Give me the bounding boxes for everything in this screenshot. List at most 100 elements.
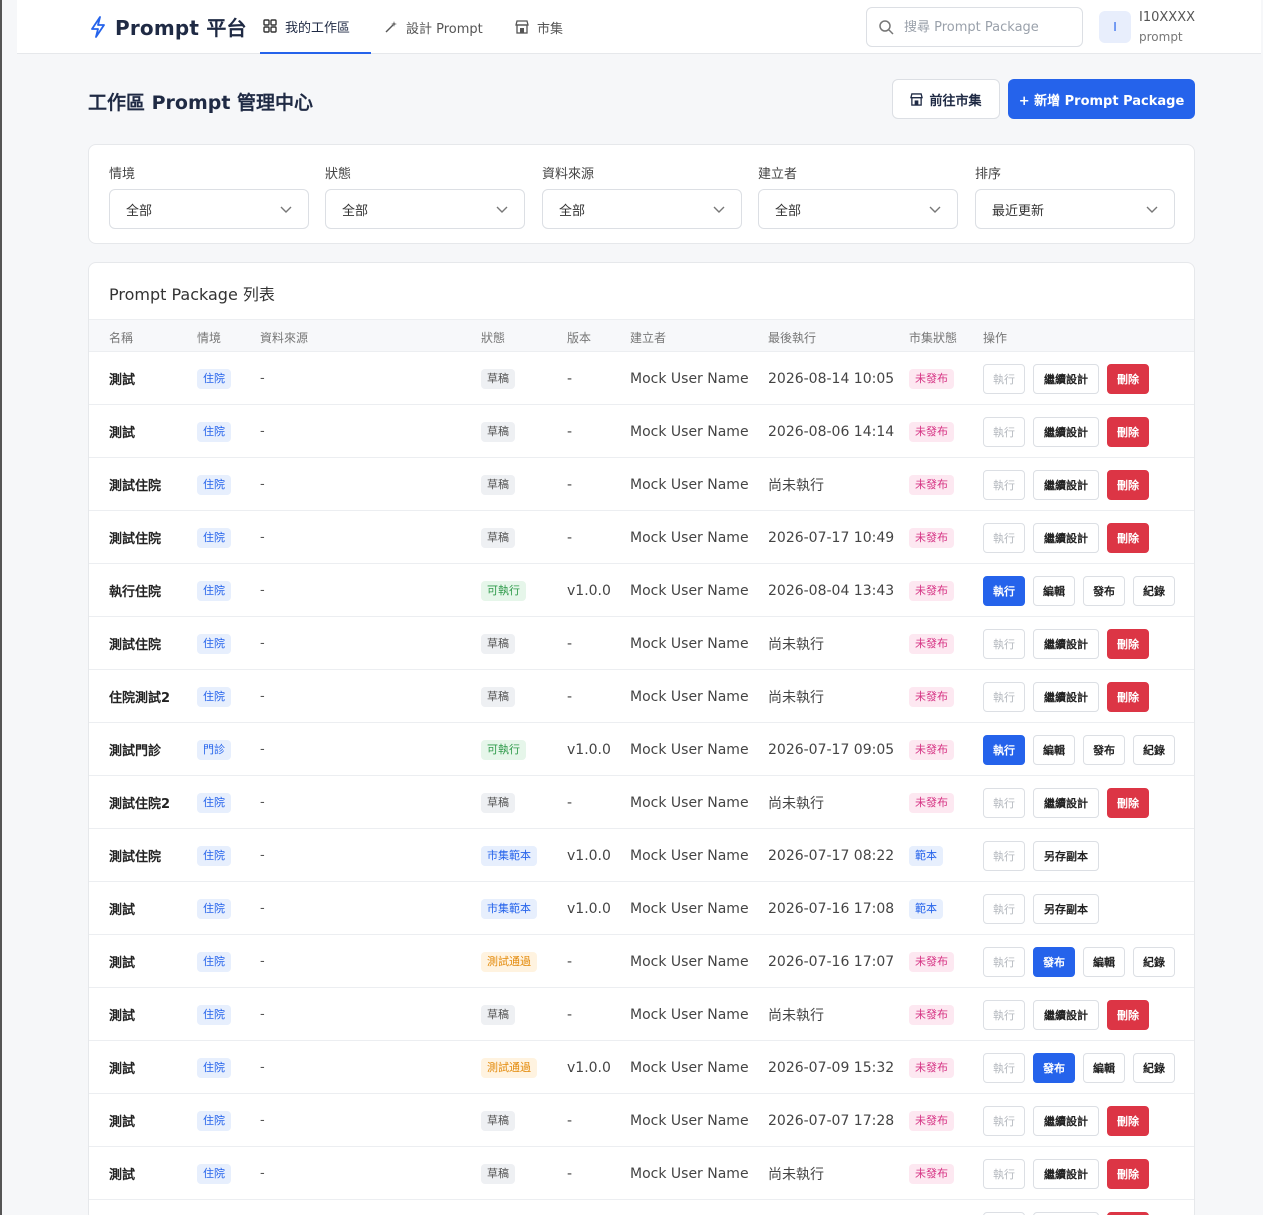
run-button[interactable]: 執行 [983, 787, 1025, 818]
run-button[interactable]: 執行 [983, 999, 1025, 1030]
run-button[interactable]: 執行 [983, 416, 1025, 447]
package-name[interactable]: 測試 [109, 352, 135, 405]
continue-design-button[interactable]: 繼續設計 [1033, 363, 1099, 394]
continue-design-button[interactable]: 繼續設計 [1033, 1105, 1099, 1136]
delete-button[interactable]: 刪除 [1107, 416, 1149, 447]
search-input[interactable] [904, 19, 1064, 35]
tab-market[interactable]: 市集 [515, 0, 563, 54]
package-name[interactable]: 測試 [109, 1041, 135, 1094]
run-button[interactable]: 執行 [983, 893, 1025, 924]
delete-button[interactable]: 刪除 [1107, 1211, 1149, 1215]
table-row[interactable]: 測試 住院 - 草稿 - Mock User Name 2026-08-06 14:14 未發… [89, 405, 1194, 458]
delete-button[interactable]: 刪除 [1107, 469, 1149, 500]
avatar[interactable]: I [1099, 11, 1131, 43]
history-button[interactable]: 紀錄 [1133, 575, 1175, 606]
publish-button[interactable]: 發布 [1083, 734, 1125, 765]
run-button[interactable]: 執行 [983, 1158, 1025, 1189]
table-row[interactable]: 測試 住院 - 草稿 - Mock User Name 尚未執行 未發布 執行 繼續設計 刪除 [89, 1147, 1194, 1200]
continue-design-button[interactable]: 繼續設計 [1033, 1158, 1099, 1189]
package-name[interactable]: 測試 [109, 405, 135, 458]
publish-button[interactable]: 發布 [1033, 1052, 1075, 1083]
package-name[interactable]: 測試住院 [109, 458, 161, 511]
brand[interactable]: Prompt 平台 [89, 12, 247, 41]
package-name[interactable]: 測試門診 [109, 723, 161, 776]
table-row[interactable]: 測試 住院 - 測試通過 v1.0.0 Mock User Name 2026-07-09 … [89, 1041, 1194, 1094]
table-row[interactable]: 測試 住院 - 草稿 - Mock User Name 2026-07-07 17:28 未發… [89, 1094, 1194, 1147]
delete-button[interactable]: 刪除 [1107, 999, 1149, 1030]
delete-button[interactable]: 刪除 [1107, 787, 1149, 818]
package-name[interactable]: 測試 [109, 1147, 135, 1200]
source-select[interactable]: 全部 [542, 189, 742, 229]
sort-select[interactable]: 最近更新 [975, 189, 1175, 229]
package-name[interactable]: 測試 [109, 988, 135, 1041]
run-button[interactable]: 執行 [983, 469, 1025, 500]
table-row[interactable]: 測試住院 住院 - 市集範本 v1.0.0 Mock User Name 2026-07-1… [89, 829, 1194, 882]
search-box[interactable] [866, 7, 1083, 47]
package-name[interactable]: 執行住院 [109, 564, 161, 617]
continue-design-button[interactable]: 繼續設計 [1033, 416, 1099, 447]
package-name[interactable]: 測試 [109, 1094, 135, 1147]
continue-design-button[interactable]: 繼續設計 [1033, 522, 1099, 553]
package-name[interactable]: 住院測試2 [109, 670, 170, 723]
package-name[interactable]: 測試 [109, 882, 135, 935]
delete-button[interactable]: 刪除 [1107, 681, 1149, 712]
table-row[interactable]: 執行住院 住院 - 可執行 v1.0.0 Mock User Name 2026-08-04… [89, 564, 1194, 617]
new-package-button[interactable]: + 新增 Prompt Package [1008, 79, 1195, 119]
table-row[interactable]: 測試住院 住院 - 草稿 - Mock User Name 2026-07-17 10:49… [89, 511, 1194, 564]
delete-button[interactable]: 刪除 [1107, 363, 1149, 394]
package-name[interactable]: 測試 [109, 935, 135, 988]
package-name[interactable]: 測試住院2 [109, 776, 170, 829]
table-row[interactable]: 住院測試2 住院 - 草稿 - Mock User Name 尚未執行 未發布 執行 繼續設計 刪除 [89, 670, 1194, 723]
run-button[interactable]: 執行 [983, 575, 1025, 606]
tab-my-workspace[interactable]: 我的工作區 [260, 0, 371, 54]
table-row[interactable]: 執行 繼續設計 刪除 [89, 1200, 1194, 1215]
tab-design-prompt[interactable]: 設計 Prompt [384, 0, 483, 54]
publish-button[interactable]: 發布 [1033, 946, 1075, 977]
delete-button[interactable]: 刪除 [1107, 1158, 1149, 1189]
continue-design-button[interactable]: 繼續設計 [1033, 1211, 1099, 1215]
save-copy-button[interactable]: 另存副本 [1033, 840, 1099, 871]
table-row[interactable]: 測試 住院 - 市集範本 v1.0.0 Mock User Name 2026-07-16 … [89, 882, 1194, 935]
save-copy-button[interactable]: 另存副本 [1033, 893, 1099, 924]
status-select[interactable]: 全部 [325, 189, 525, 229]
run-button[interactable]: 執行 [983, 363, 1025, 394]
continue-design-button[interactable]: 繼續設計 [1033, 999, 1099, 1030]
table-row[interactable]: 測試 住院 - 草稿 - Mock User Name 尚未執行 未發布 執行 繼續設計 刪除 [89, 988, 1194, 1041]
publish-button[interactable]: 發布 [1083, 575, 1125, 606]
table-row[interactable]: 測試住院 住院 - 草稿 - Mock User Name 尚未執行 未發布 執行 繼續設計 刪除 [89, 458, 1194, 511]
edit-button[interactable]: 編輯 [1083, 946, 1125, 977]
history-button[interactable]: 紀錄 [1133, 1052, 1175, 1083]
package-name[interactable]: 測試住院 [109, 617, 161, 670]
continue-design-button[interactable]: 繼續設計 [1033, 628, 1099, 659]
history-button[interactable]: 紀錄 [1133, 946, 1175, 977]
run-button[interactable]: 執行 [983, 628, 1025, 659]
run-button[interactable]: 執行 [983, 946, 1025, 977]
history-button[interactable]: 紀錄 [1133, 734, 1175, 765]
edit-button[interactable]: 編輯 [1083, 1052, 1125, 1083]
run-button[interactable]: 執行 [983, 840, 1025, 871]
run-button[interactable]: 執行 [983, 522, 1025, 553]
run-button[interactable]: 執行 [983, 681, 1025, 712]
continue-design-button[interactable]: 繼續設計 [1033, 469, 1099, 500]
delete-button[interactable]: 刪除 [1107, 522, 1149, 553]
edit-button[interactable]: 編輯 [1033, 575, 1075, 606]
context-select[interactable]: 全部 [109, 189, 309, 229]
package-name[interactable]: 測試住院 [109, 511, 161, 564]
table-row[interactable]: 測試住院 住院 - 草稿 - Mock User Name 尚未執行 未發布 執行 繼續設計 刪除 [89, 617, 1194, 670]
delete-button[interactable]: 刪除 [1107, 1105, 1149, 1136]
continue-design-button[interactable]: 繼續設計 [1033, 787, 1099, 818]
delete-button[interactable]: 刪除 [1107, 628, 1149, 659]
go-market-button[interactable]: 前往市集 [892, 79, 1000, 119]
continue-design-button[interactable]: 繼續設計 [1033, 681, 1099, 712]
package-name[interactable]: 測試住院 [109, 829, 161, 882]
table-row[interactable]: 測試 住院 - 測試通過 - Mock User Name 2026-07-16 17:07… [89, 935, 1194, 988]
owner-select[interactable]: 全部 [758, 189, 958, 229]
run-button[interactable]: 執行 [983, 1052, 1025, 1083]
table-row[interactable]: 測試 住院 - 草稿 - Mock User Name 2026-08-14 10:05 未發… [89, 352, 1194, 405]
edit-button[interactable]: 編輯 [1033, 734, 1075, 765]
table-row[interactable]: 測試住院2 住院 - 草稿 - Mock User Name 尚未執行 未發布 執行 繼續設計 刪除 [89, 776, 1194, 829]
run-button[interactable]: 執行 [983, 1211, 1025, 1215]
run-button[interactable]: 執行 [983, 1105, 1025, 1136]
run-button[interactable]: 執行 [983, 734, 1025, 765]
table-row[interactable]: 測試門診 門診 - 可執行 v1.0.0 Mock User Name 2026-07-17… [89, 723, 1194, 776]
